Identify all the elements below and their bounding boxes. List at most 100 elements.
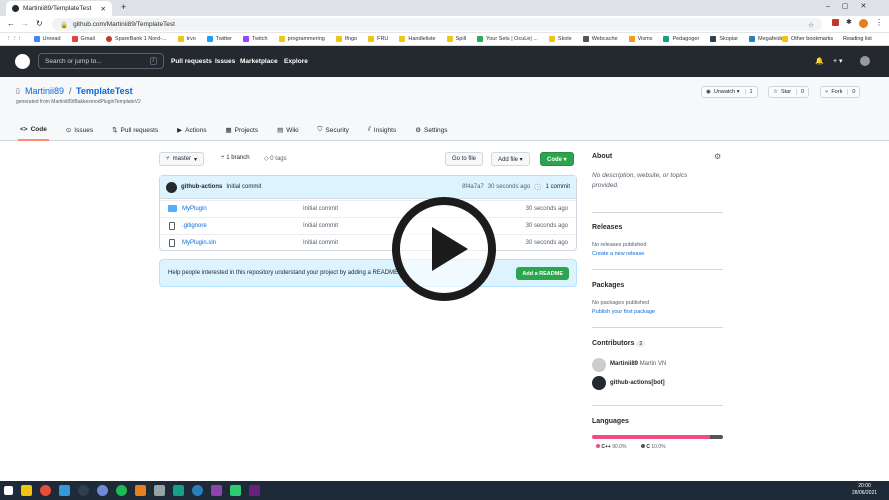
language-item[interactable]: C 10.0% — [641, 444, 666, 450]
bookmark[interactable]: Unread — [33, 36, 61, 42]
folder-taskbar-icon[interactable] — [21, 485, 32, 496]
tab-code[interactable]: <> Code — [18, 119, 49, 141]
repo-name-link[interactable]: TemplateTest — [76, 86, 133, 96]
file-commit-message[interactable]: Initial commit — [303, 206, 338, 212]
tab-insights[interactable]: ⫽ Insights — [366, 119, 398, 141]
table-row[interactable]: MyPlugin.sln Initial commit 30 seconds a… — [160, 234, 576, 251]
spotify-taskbar-icon[interactable] — [116, 485, 127, 496]
bookmark[interactable]: Your Sets | OcuLe| ... — [477, 36, 538, 42]
bookmark[interactable]: Ifngo — [335, 36, 357, 42]
nav-marketplace[interactable]: Marketplace — [240, 58, 278, 65]
app-taskbar-icon[interactable] — [135, 485, 146, 496]
steam-taskbar-icon[interactable] — [78, 485, 89, 496]
file-commit-message[interactable]: Initial commit — [303, 240, 338, 246]
reload-icon[interactable]: ↻ — [36, 19, 43, 28]
tab-issues[interactable]: ⊙ Issues — [64, 119, 95, 141]
file-commit-message[interactable]: Initial commit — [303, 223, 338, 229]
app-taskbar-icon[interactable] — [173, 485, 184, 496]
bell-icon[interactable]: 🔔 — [815, 57, 824, 65]
extension-icon[interactable] — [832, 19, 839, 26]
tab-projects[interactable]: ▦ Projects — [223, 119, 260, 141]
bookmark[interactable]: Pedagoger — [663, 36, 699, 42]
fork-button[interactable]: ⑂ Fork 0 — [820, 86, 861, 98]
contributors-heading[interactable]: Contributors 2 — [592, 340, 646, 347]
bookmark[interactable]: Skopiar — [710, 36, 738, 42]
create-new-button[interactable]: + ▾ — [833, 57, 843, 65]
browser-tab[interactable]: Martinii89/TemplateTest ✕ — [6, 1, 112, 16]
bot-contributor-avatar[interactable] — [592, 376, 606, 390]
table-row[interactable]: .gitignore Initial commit 30 seconds ago — [160, 217, 576, 234]
tab-actions[interactable]: ▶ Actions — [175, 119, 208, 141]
contributor-name[interactable]: github-actions[bot] — [610, 380, 665, 386]
branches-link[interactable]: ⑂ 1 branch — [221, 155, 250, 161]
bookmark[interactable]: SpareBank 1 Nord-... — [105, 36, 167, 42]
clock[interactable]: 20:00 28/06/2021 — [852, 483, 877, 496]
nav-explore[interactable]: Explore — [284, 58, 308, 65]
chrome-taskbar-icon[interactable] — [40, 485, 51, 496]
add-readme-button[interactable]: Add a README — [516, 267, 569, 280]
search-input[interactable]: Search or jump to... / — [38, 53, 164, 69]
bookmark[interactable]: Spill — [446, 36, 466, 42]
generated-from-text[interactable]: generated from Martinii89/BakkesmodPlugi… — [16, 99, 141, 105]
tab-security[interactable]: ⛉ Security — [316, 119, 351, 141]
tab-close-icon[interactable]: ✕ — [101, 5, 106, 13]
bookmark[interactable]: Twitch — [242, 36, 268, 42]
star-button[interactable]: ☆ Star 0 — [768, 86, 810, 98]
create-release-link[interactable]: Create a new release — [592, 251, 644, 257]
discord-taskbar-icon[interactable] — [97, 485, 108, 496]
menu-icon[interactable]: ⋮ — [875, 18, 883, 27]
unwatch-button[interactable]: ◉ Unwatch ▾ 1 — [701, 86, 758, 98]
add-file-button[interactable]: Add file ▾ — [491, 152, 530, 166]
bookmark[interactable]: trvo — [177, 36, 196, 42]
tab-wiki[interactable]: ▤ Wiki — [275, 119, 300, 141]
new-tab-button[interactable]: + — [121, 2, 126, 12]
bookmark[interactable]: Gmail — [71, 36, 95, 42]
other-bookmarks[interactable]: Other bookmarks — [782, 36, 834, 42]
window-controls[interactable]: –▢✕ — [826, 2, 878, 10]
code-button[interactable]: Code ▾ — [540, 152, 574, 166]
nav-issues[interactable]: Issues — [215, 58, 235, 65]
contributor-name[interactable]: Martinii89 Martin VN — [610, 361, 666, 367]
tags-link[interactable]: ◇ 0 tags — [264, 155, 287, 162]
releases-heading[interactable]: Releases — [592, 224, 622, 231]
language-item[interactable]: C++ 90.0% — [596, 444, 626, 450]
video-play-button[interactable] — [392, 197, 496, 301]
bookmark[interactable]: Vismx — [628, 36, 652, 42]
apps-icon[interactable]: ⋮⋮⋮ — [6, 36, 23, 42]
windows-start-icon[interactable] — [4, 486, 13, 495]
bookmark[interactable]: programmering — [278, 36, 325, 42]
packages-heading[interactable]: Packages — [592, 282, 624, 289]
app-taskbar-icon[interactable] — [192, 485, 203, 496]
extensions-puzzle-icon[interactable]: ✱ — [846, 18, 852, 26]
bookmark[interactable]: Skole — [548, 36, 572, 42]
forward-icon[interactable]: → — [21, 19, 29, 28]
bookmark[interactable]: Megafeide — [749, 36, 784, 42]
star-bookmark-icon[interactable]: ☆ — [808, 21, 814, 29]
branch-select[interactable]: ⑂ master ▾ — [159, 152, 204, 166]
visual-studio-taskbar-icon[interactable] — [249, 485, 260, 496]
file-name[interactable]: MyPlugin.sln — [182, 240, 216, 246]
app-taskbar-icon[interactable] — [230, 485, 241, 496]
app-taskbar-icon[interactable] — [154, 485, 165, 496]
tab-pull-requests[interactable]: ⇅ Pull requests — [110, 119, 160, 141]
contributor-avatar[interactable] — [592, 358, 606, 372]
user-avatar[interactable] — [860, 56, 870, 66]
bookmark[interactable]: FRU — [368, 36, 388, 42]
tab-settings[interactable]: ⚙ Settings — [413, 119, 449, 141]
commit-hash[interactable]: 8f4a7a7 — [462, 184, 484, 190]
nav-pull-requests[interactable]: Pull requests — [171, 58, 212, 65]
back-icon[interactable]: ← — [7, 19, 15, 28]
commit-count[interactable]: 1 commit — [546, 184, 570, 190]
file-name[interactable]: .gitignore — [182, 223, 207, 229]
bot-avatar[interactable] — [166, 181, 177, 193]
publish-package-link[interactable]: Publish your first package — [592, 309, 655, 315]
commit-message[interactable]: Initial commit — [226, 184, 261, 190]
go-to-file-button[interactable]: Go to file — [445, 152, 484, 166]
profile-avatar[interactable] — [859, 19, 868, 28]
url-bar[interactable]: 🔒 github.com/Martinii89/TemplateTest ☆ — [52, 18, 822, 31]
file-name[interactable]: MyPlugin — [182, 206, 207, 212]
github-logo-icon[interactable] — [15, 54, 30, 69]
about-gear-icon[interactable]: ⚙ — [714, 152, 721, 161]
commit-author[interactable]: github-actions — [181, 184, 222, 190]
bookmark[interactable]: Twitter — [206, 36, 232, 42]
